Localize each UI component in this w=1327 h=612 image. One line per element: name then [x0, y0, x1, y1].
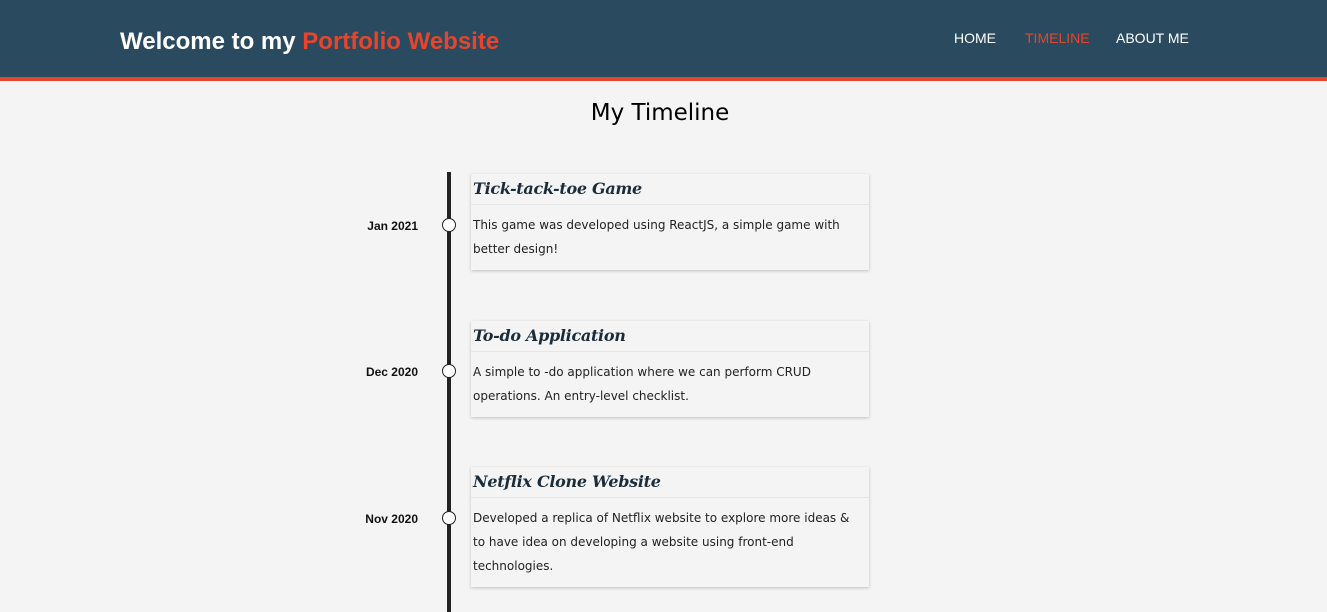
timeline-card: Netflix Clone Website Developed a replic…: [471, 467, 869, 587]
timeline-dot: [441, 364, 456, 378]
brand-prefix: Welcome to my: [120, 28, 296, 55]
timeline-dot: [441, 511, 456, 525]
timeline-card: Tick-tack-toe Game This game was develop…: [471, 174, 869, 270]
page-title: My Timeline: [590, 100, 730, 126]
brand-accent: Portfolio Website: [302, 28, 500, 55]
timeline-card: To-do Application A simple to -do applic…: [471, 321, 869, 417]
timeline-card-description: This game was developed using ReactJS, a…: [473, 218, 840, 256]
nav-home-link[interactable]: HOME: [954, 30, 996, 46]
timeline-dot: [441, 218, 456, 232]
timeline-card-title: Netflix Clone Website: [471, 467, 869, 498]
timeline-card-title: Tick-tack-toe Game: [471, 174, 869, 205]
timeline-date: Jan 2021: [367, 219, 418, 233]
nav-about-me-link[interactable]: ABOUT ME: [1116, 30, 1189, 46]
site-brand[interactable]: Welcome to my Portfolio Website: [120, 28, 499, 56]
timeline-date: Dec 2020: [365, 365, 418, 379]
timeline-card-description: Developed a replica of Netflix website t…: [473, 511, 850, 573]
timeline-line: [447, 172, 451, 612]
site-header: Welcome to my Portfolio Website HOME TIM…: [0, 0, 1327, 81]
timeline-card-title: To-do Application: [471, 321, 869, 352]
timeline-card-description: A simple to -do application where we can…: [473, 365, 811, 403]
timeline-date: Nov 2020: [365, 512, 418, 526]
nav-timeline-link[interactable]: TIMELINE: [1025, 30, 1090, 46]
